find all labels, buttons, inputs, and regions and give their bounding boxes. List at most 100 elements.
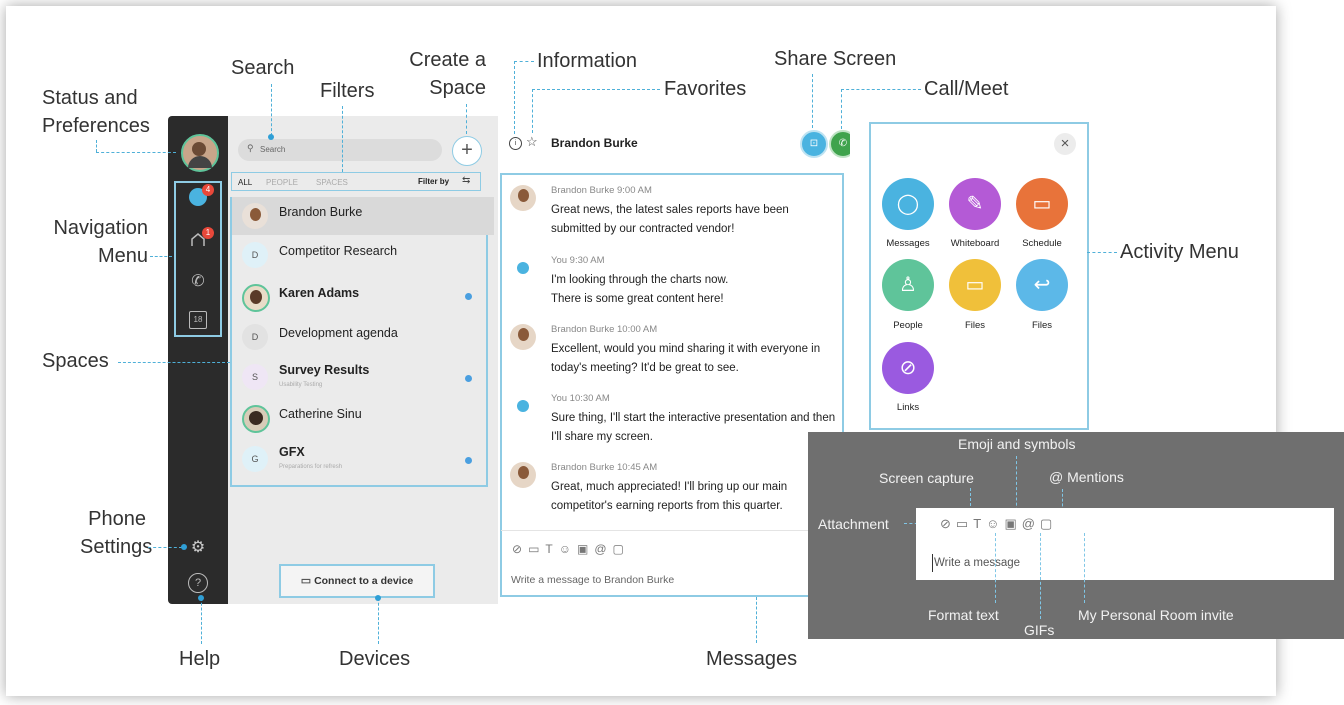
callout-spaces: Spaces bbox=[42, 350, 109, 372]
unread-dot bbox=[465, 293, 472, 300]
avatar bbox=[510, 324, 536, 350]
format-text-icon[interactable]: T bbox=[973, 516, 986, 531]
leader-information-h bbox=[514, 61, 534, 62]
format-text-icon[interactable]: T bbox=[545, 542, 558, 556]
filter-icon[interactable]: ⇆ bbox=[462, 175, 470, 186]
screen-capture-icon[interactable]: ▭ bbox=[956, 516, 973, 531]
space-row-catherine[interactable]: Catherine Sinu bbox=[232, 399, 494, 437]
space-row-brandon[interactable]: Brandon Burke bbox=[232, 197, 494, 235]
connect-device-button[interactable]: ▭ Connect to a device bbox=[279, 564, 435, 598]
leader-devices-dot bbox=[375, 595, 381, 601]
compose-detail-placeholder: Write a message bbox=[934, 557, 1021, 569]
space-row-gfx[interactable]: G GFX Preparations for refresh bbox=[232, 440, 494, 478]
attachment-icon[interactable]: ⊘ bbox=[512, 542, 528, 556]
personal-room-icon[interactable]: ▢ bbox=[613, 542, 630, 556]
share-files-activity-icon[interactable]: ↩ bbox=[1016, 259, 1068, 311]
leader-phone-dot bbox=[181, 544, 187, 550]
label-mentions: @ Mentions bbox=[1049, 469, 1124, 485]
filter-by[interactable]: Filter by bbox=[418, 177, 449, 186]
mention-icon[interactable]: @ bbox=[594, 542, 612, 556]
callout-create: Create a Space bbox=[409, 49, 486, 99]
create-space-button[interactable]: + bbox=[452, 136, 482, 166]
compose-divider bbox=[501, 530, 839, 531]
callout-devices: Devices bbox=[339, 648, 411, 670]
leader-phone bbox=[148, 547, 182, 548]
message-item: Brandon Burke 9:00 AM Great news, the la… bbox=[510, 185, 840, 245]
avatar bbox=[242, 203, 268, 229]
space-row-development[interactable]: D Development agenda bbox=[232, 318, 494, 356]
leader-information bbox=[514, 61, 515, 134]
space-name: Competitor Research bbox=[279, 244, 398, 258]
message-meta: Brandon Burke 10:45 AM bbox=[551, 462, 658, 473]
attachment-icon[interactable]: ⊘ bbox=[940, 516, 956, 531]
information-icon[interactable]: i bbox=[509, 137, 522, 150]
connect-label: Connect to a device bbox=[314, 575, 414, 587]
message-meta: Brandon Burke 9:00 AM bbox=[551, 185, 652, 196]
label-personal-room: My Personal Room invite bbox=[1078, 607, 1234, 623]
space-row-competitor[interactable]: D Competitor Research bbox=[232, 236, 494, 274]
gif-icon[interactable]: ▣ bbox=[1004, 516, 1021, 531]
phone-icon[interactable]: ✆ bbox=[186, 270, 210, 294]
avatar bbox=[242, 405, 270, 433]
label-attachment: Attachment bbox=[818, 516, 889, 532]
avatar bbox=[510, 462, 536, 488]
avatar: S bbox=[242, 364, 268, 390]
message-text: Sure thing, I'll start the interactive p… bbox=[551, 412, 836, 443]
leader-emoji bbox=[1016, 456, 1017, 516]
leader-navigation bbox=[150, 256, 172, 257]
message-text: I'm looking through the charts now. Ther… bbox=[551, 274, 729, 305]
share-screen-button[interactable]: ⊡ bbox=[800, 130, 828, 158]
compose-input[interactable]: Write a message to Brandon Burke bbox=[511, 574, 674, 586]
cast-icon: ▭ bbox=[300, 575, 312, 587]
callout-status: Status and Preferences bbox=[42, 87, 150, 137]
avatar: D bbox=[242, 242, 268, 268]
leader-activity bbox=[1087, 252, 1117, 253]
files-activity-icon[interactable]: ▭ bbox=[949, 259, 1001, 311]
search-input[interactable]: ⚲ Search bbox=[238, 139, 442, 161]
schedule-activity-icon[interactable]: ▭ bbox=[1016, 178, 1068, 230]
close-button[interactable]: × bbox=[1054, 133, 1076, 155]
space-subtitle: Preparations for refresh bbox=[279, 464, 343, 470]
message-text: Great news, the latest sales reports hav… bbox=[551, 204, 789, 235]
mention-icon[interactable]: @ bbox=[1022, 516, 1040, 531]
calendar-icon[interactable]: 18 bbox=[186, 309, 210, 333]
activity-label: Whiteboard bbox=[950, 238, 1000, 249]
leader-help bbox=[201, 598, 202, 644]
favorite-star-icon[interactable]: ☆ bbox=[526, 134, 538, 150]
space-row-survey[interactable]: S Survey Results Usability Testing bbox=[232, 358, 494, 396]
messaging-badge: 4 bbox=[202, 184, 214, 196]
user-avatar[interactable] bbox=[181, 134, 219, 172]
space-subtitle: Usability Testing bbox=[279, 382, 323, 388]
compose-detail-toolbar: ⊘▭T☺▣@▢ bbox=[940, 516, 1057, 532]
leader-favorites-h bbox=[532, 89, 660, 90]
emoji-icon[interactable]: ☺ bbox=[986, 516, 1004, 531]
messages-activity-icon[interactable]: ◯ bbox=[882, 178, 934, 230]
whiteboard-activity-icon[interactable]: ✎ bbox=[949, 178, 1001, 230]
callout-help: Help bbox=[179, 648, 221, 670]
leader-help-dot bbox=[198, 595, 204, 601]
gif-icon[interactable]: ▣ bbox=[577, 542, 594, 556]
help-icon[interactable]: ? bbox=[186, 572, 210, 596]
callout-navigation: Navigation Menu bbox=[53, 217, 148, 267]
filter-people[interactable]: PEOPLE bbox=[266, 178, 298, 187]
space-name: Survey Results bbox=[279, 363, 370, 377]
emoji-icon[interactable]: ☺ bbox=[559, 542, 577, 556]
leader-spaces bbox=[118, 362, 230, 363]
filter-all[interactable]: ALL bbox=[238, 178, 252, 187]
space-row-karen[interactable]: Karen Adams bbox=[232, 278, 494, 316]
activity-label: Files bbox=[1031, 320, 1053, 331]
message-text: Great, much appreciated! I'll bring up o… bbox=[551, 481, 788, 512]
message-item: You 9:30 AM I'm looking through the char… bbox=[510, 255, 840, 315]
phone-settings-icon[interactable]: ⚙ bbox=[186, 536, 210, 560]
filter-spaces[interactable]: SPACES bbox=[316, 178, 348, 187]
compose-detail-input[interactable]: Write a message bbox=[932, 554, 1020, 572]
leader-filters bbox=[342, 106, 343, 172]
people-activity-icon[interactable]: ♙ bbox=[882, 259, 934, 311]
personal-room-icon[interactable]: ▢ bbox=[1040, 516, 1057, 531]
callout-activity: Activity Menu bbox=[1120, 241, 1239, 263]
message-item: You 10:30 AM Sure thing, I'll start the … bbox=[510, 393, 840, 453]
label-gifs: GIFs bbox=[1024, 622, 1055, 638]
screen-capture-icon[interactable]: ▭ bbox=[528, 542, 545, 556]
search-placeholder: Search bbox=[260, 145, 286, 154]
links-activity-icon[interactable]: ⊘ bbox=[882, 342, 934, 394]
